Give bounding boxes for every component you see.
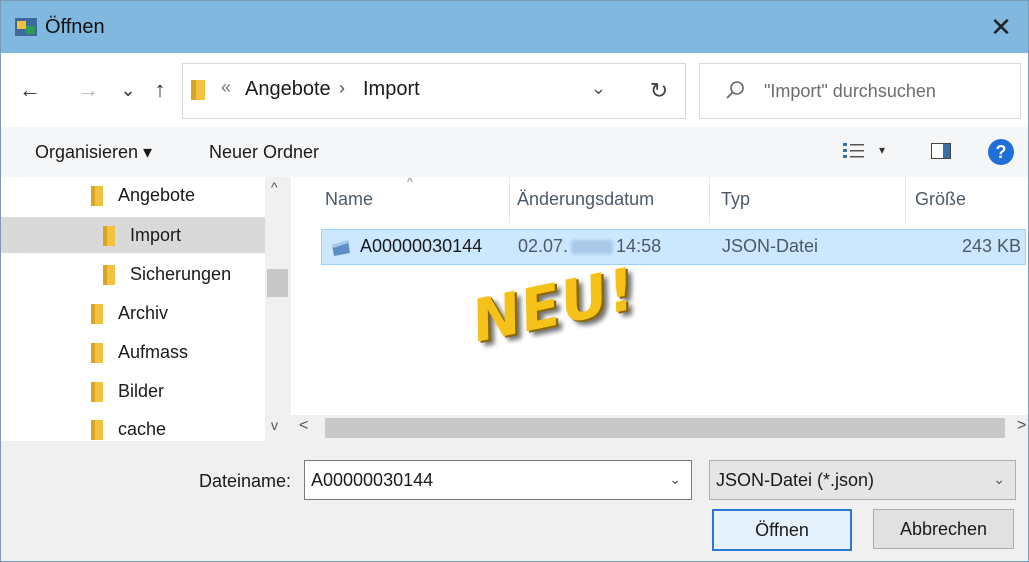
file-size: 243 KB [962, 236, 1022, 256]
nav-item-label: Bilder [118, 381, 165, 401]
nav-item-label: Archiv [118, 303, 169, 323]
nav-item-label: Import [130, 225, 182, 245]
nav-item-archiv[interactable]: Archiv [1, 295, 265, 331]
organize-button[interactable]: Organisieren ▾ [35, 142, 152, 163]
command-bar: Organisieren ▾ Neuer Ordner ▾ ? [1, 127, 1028, 177]
window-title: Öffnen [45, 16, 105, 38]
folder-icon [91, 382, 103, 402]
nav-item-label: cache [118, 419, 167, 439]
horizontal-scrollbar[interactable]: < > [291, 415, 1028, 441]
nav-scrollbar[interactable]: ^ v [265, 177, 290, 441]
search-input[interactable]: "Import" durchsuchen [699, 63, 1021, 119]
folder-icon [91, 186, 103, 206]
app-icon [15, 18, 37, 36]
folder-icon [91, 420, 103, 440]
file-date-time: 14:58 [616, 236, 662, 256]
breadcrumb-angebote[interactable]: Angebote [245, 78, 331, 101]
sort-ascending-icon: ^ [407, 175, 413, 189]
filename-input[interactable]: A00000030144 ⌄ [304, 460, 692, 500]
scroll-right-icon[interactable]: > [1017, 417, 1026, 435]
scroll-up-icon[interactable]: ^ [271, 179, 278, 195]
back-arrow-icon[interactable]: ← [15, 75, 45, 105]
nav-item-sicherungen[interactable]: Sicherungen [1, 256, 265, 292]
scroll-thumb[interactable] [325, 418, 1005, 438]
open-file-dialog: Öffnen ✕ ← → ⌄ ↑ « Angebote › Import ⌄ ↻… [0, 0, 1029, 562]
file-name: A00000030144 [360, 236, 483, 256]
refresh-button[interactable]: ↻ [633, 63, 686, 119]
file-type: JSON-Datei [722, 236, 819, 256]
column-header-size[interactable]: Größe [915, 189, 966, 210]
file-row[interactable]: A00000030144 02.07. 14:58 JSON-Datei 243 … [321, 229, 1026, 265]
file-date: 02.07. 14:58 [518, 236, 661, 257]
open-button[interactable]: Öffnen [712, 509, 852, 551]
overflow-chevron-icon[interactable]: « [221, 77, 231, 98]
folder-icon [103, 265, 115, 285]
scroll-down-icon[interactable]: v [271, 417, 278, 433]
nav-item-import[interactable]: Import [1, 217, 265, 253]
help-icon[interactable]: ? [988, 139, 1014, 165]
nav-item-label: Sicherungen [130, 264, 232, 284]
filetype-value: JSON-Datei (*.json) [716, 470, 875, 490]
column-divider[interactable] [509, 177, 510, 223]
new-badge-overlay: NEU! [465, 254, 642, 356]
column-divider[interactable] [709, 177, 710, 223]
scroll-left-icon[interactable]: < [299, 417, 308, 435]
folder-icon [191, 80, 205, 100]
filename-value: A00000030144 [311, 470, 434, 490]
json-file-icon [332, 240, 350, 256]
up-arrow-icon[interactable]: ↑ [145, 75, 175, 105]
path-box[interactable]: « Angebote › Import ⌄ [182, 63, 634, 119]
chevron-down-icon[interactable]: ⌄ [993, 471, 1005, 488]
recent-locations-chevron-icon[interactable]: ⌄ [113, 75, 143, 105]
column-divider[interactable] [905, 177, 906, 223]
folder-icon [91, 343, 103, 363]
address-bar: ← → ⌄ ↑ « Angebote › Import ⌄ ↻ "Import"… [1, 53, 1028, 127]
forward-arrow-icon[interactable]: → [73, 75, 103, 105]
scroll-thumb[interactable] [267, 269, 288, 297]
nav-item-label: Angebote [118, 185, 196, 205]
breadcrumb-import[interactable]: Import [363, 78, 420, 101]
nav-item-angebote[interactable]: Angebote [1, 177, 265, 213]
nav-item-label: Aufmass [118, 342, 189, 362]
chevron-down-icon[interactable]: ⌄ [669, 471, 681, 488]
preview-pane-icon[interactable] [931, 143, 951, 159]
new-folder-button[interactable]: Neuer Ordner [209, 142, 319, 163]
search-placeholder: "Import" durchsuchen [764, 81, 936, 101]
path-dropdown-icon[interactable]: ⌄ [591, 78, 606, 99]
folder-icon [91, 304, 103, 324]
cancel-button[interactable]: Abbrechen [873, 509, 1014, 549]
file-date-day: 02.07. [518, 236, 569, 256]
column-header-type[interactable]: Typ [721, 189, 750, 210]
close-button[interactable]: ✕ [974, 1, 1028, 53]
folder-icon [103, 226, 115, 246]
column-header-name[interactable]: Name [325, 189, 373, 210]
redacted-year [571, 240, 614, 255]
search-icon [726, 81, 744, 99]
view-options-caret-icon[interactable]: ▾ [879, 143, 885, 157]
title-bar: Öffnen ✕ [1, 1, 1028, 53]
dialog-footer: Dateiname: A00000030144 ⌄ JSON-Datei (*.… [1, 441, 1028, 561]
column-header-date[interactable]: Änderungsdatum [517, 189, 654, 210]
navigation-pane: Angebote Import Sicherungen Archiv Aufma… [1, 177, 290, 441]
nav-item-aufmass[interactable]: Aufmass [1, 334, 265, 370]
nav-item-bilder[interactable]: Bilder [1, 373, 265, 409]
breadcrumb-separator-icon[interactable]: › [339, 78, 345, 99]
filetype-select[interactable]: JSON-Datei (*.json) ⌄ [709, 460, 1016, 500]
filename-label: Dateiname: [199, 471, 292, 491]
view-details-icon[interactable] [843, 141, 865, 161]
file-list: Name ^ Änderungsdatum Typ Größe A0000003… [291, 175, 1028, 441]
